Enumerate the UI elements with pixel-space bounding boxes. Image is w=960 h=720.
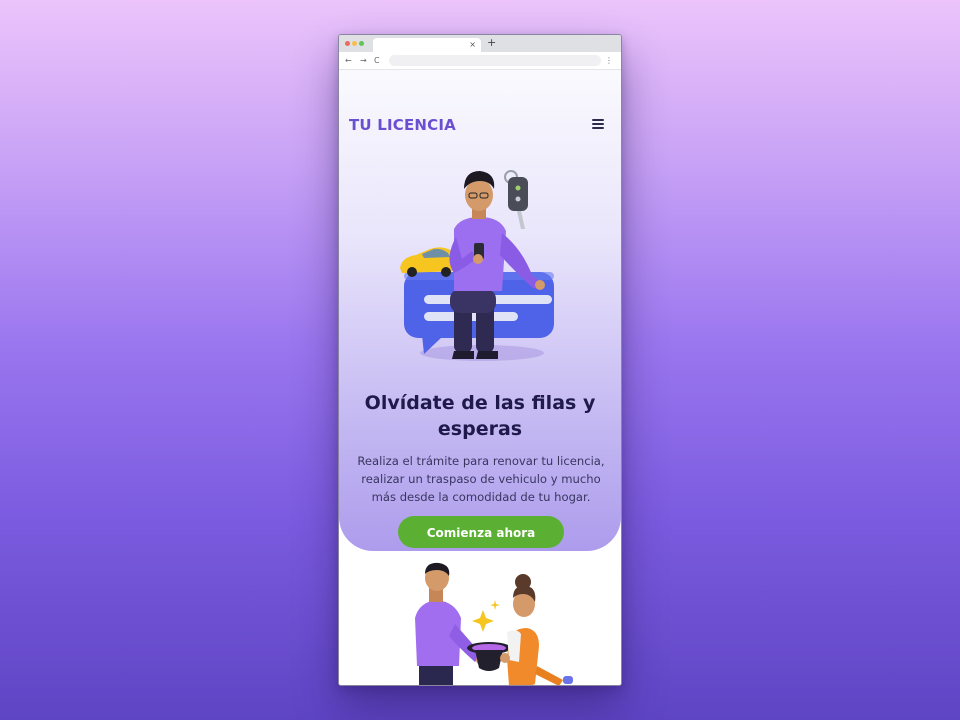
start-now-button[interactable]: Comienza ahora — [398, 516, 564, 548]
back-icon[interactable]: ← — [345, 52, 352, 69]
address-bar[interactable] — [389, 55, 601, 66]
hero-illustration — [400, 170, 554, 361]
forward-icon[interactable]: → — [360, 52, 367, 69]
maximize-window-button[interactable] — [359, 41, 364, 46]
minimize-window-button[interactable] — [352, 41, 357, 46]
hero-section: TU LICENCIA Olvídate de las filas y espe… — [339, 70, 621, 551]
browser-menu-icon[interactable]: ⋮ — [605, 52, 613, 69]
site-logo[interactable]: TU LICENCIA — [349, 116, 456, 134]
hero-title: Olvídate de las filas y esperas — [364, 392, 596, 440]
reload-icon[interactable]: C — [374, 52, 380, 69]
browser-toolbar: ← → C ⋮ — [339, 52, 621, 70]
browser-window: × + ← → C ⋮ TU LICENCIA Olvídate de las … — [338, 34, 622, 686]
hero-description: Realiza el trámite para renovar tu licen… — [357, 454, 605, 504]
browser-tab[interactable]: × — [373, 38, 481, 52]
browser-tab-bar: × + — [339, 35, 621, 52]
tab-close-icon[interactable]: × — [469, 38, 476, 52]
close-window-button[interactable] — [345, 41, 350, 46]
new-tab-button[interactable]: + — [487, 36, 496, 50]
web-page: TU LICENCIA Olvídate de las filas y espe… — [339, 70, 621, 685]
hamburger-menu-icon[interactable] — [592, 119, 604, 129]
magic-hat-illustration — [415, 562, 573, 685]
